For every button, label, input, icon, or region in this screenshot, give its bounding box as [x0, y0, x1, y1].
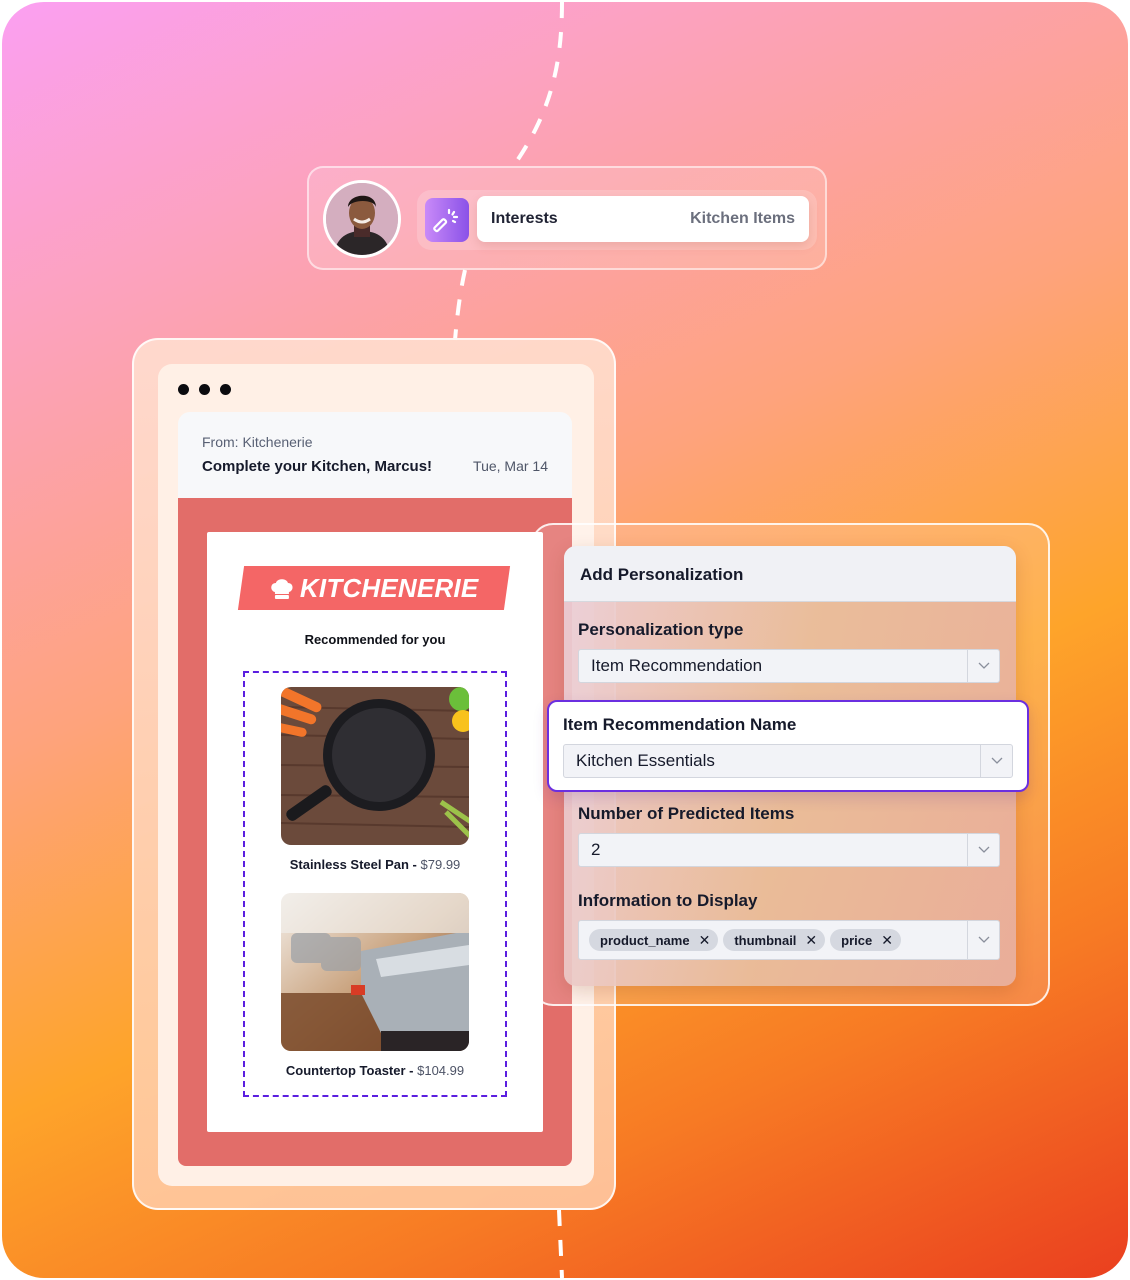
brand-name: KITCHENERIE — [299, 572, 479, 603]
select-value: 2 — [591, 840, 601, 859]
tag-chip[interactable]: product_name ✕ — [589, 929, 719, 951]
chevron-down-icon[interactable] — [980, 745, 1012, 777]
interest-attribute: Interests Kitchen Items — [477, 196, 809, 242]
window-dot[interactable] — [199, 384, 210, 395]
email-from: From: Kitchenerie — [202, 434, 313, 450]
personalization-type-select[interactable]: Item Recommendation — [578, 649, 1000, 683]
product-card[interactable]: Countertop Toaster - $104.99 — [281, 893, 469, 1078]
recommendation-block[interactable]: Stainless Steel Pan - $79.99 Countertop … — [243, 671, 507, 1097]
product-card[interactable]: Stainless Steel Pan - $79.99 — [281, 687, 469, 872]
recommendation-name-field: Item Recommendation Name Kitchen Essenti… — [547, 700, 1029, 792]
magic-wand-icon — [425, 198, 469, 242]
recommendation-name-select[interactable]: Kitchen Essentials — [563, 744, 1013, 778]
close-icon[interactable]: ✕ — [699, 933, 711, 947]
toaster-photo — [281, 893, 469, 1051]
email-content: KITCHENERIE Recommended for you Stainles… — [207, 532, 543, 1132]
product-price: $79.99 — [420, 857, 461, 872]
recommended-title: Recommended for you — [304, 632, 446, 647]
email-date: Tue, Mar 14 — [473, 458, 548, 474]
personalization-type-field: Personalization type Item Recommendation — [578, 620, 1000, 683]
chevron-down-icon[interactable] — [967, 834, 999, 866]
chevron-down-icon[interactable] — [967, 650, 999, 682]
profile-attribute-card: Interests Kitchen Items — [307, 166, 827, 270]
product-caption: Stainless Steel Pan - $79.99 — [261, 857, 489, 872]
chef-hat-icon — [271, 578, 293, 598]
product-name: Stainless Steel Pan - — [289, 857, 417, 872]
email-header: From: Kitchenerie Complete your Kitchen,… — [178, 412, 572, 498]
panel-title: Add Personalization — [564, 546, 1016, 602]
close-icon[interactable]: ✕ — [881, 933, 893, 947]
brand-banner: KITCHENERIE — [237, 566, 511, 610]
frying-pan-photo — [281, 687, 469, 845]
predicted-items-field: Number of Predicted Items 2 — [578, 804, 1000, 867]
avatar — [323, 180, 401, 258]
field-label: Item Recommendation Name — [563, 715, 797, 734]
predicted-items-select[interactable]: 2 — [578, 833, 1000, 867]
information-display-multiselect[interactable]: product_name ✕ thumbnail ✕ price ✕ — [578, 920, 1000, 960]
field-label: Number of Predicted Items — [578, 804, 795, 823]
close-icon[interactable]: ✕ — [805, 933, 817, 947]
information-display-field: Information to Display product_name ✕ th… — [578, 891, 1000, 960]
tag-label: price — [841, 932, 873, 948]
product-name: Countertop Toaster - — [285, 1063, 414, 1078]
attribute-value: Kitchen Items — [690, 210, 795, 227]
window-dot[interactable] — [178, 384, 189, 395]
attribute-label: Interests — [491, 210, 558, 227]
chevron-down-icon[interactable] — [967, 921, 999, 959]
tag-label: product_name — [600, 932, 690, 948]
email-body: KITCHENERIE Recommended for you Stainles… — [178, 498, 572, 1166]
tag-list: product_name ✕ thumbnail ✕ price ✕ — [579, 929, 967, 951]
tag-chip[interactable]: thumbnail ✕ — [723, 929, 826, 951]
email-window: From: Kitchenerie Complete your Kitchen,… — [158, 364, 594, 1186]
field-label: Personalization type — [578, 620, 744, 639]
field-label: Information to Display — [578, 891, 758, 910]
tag-label: thumbnail — [734, 932, 797, 948]
window-dot[interactable] — [220, 384, 231, 395]
email-subject: Complete your Kitchen, Marcus! — [202, 458, 433, 475]
background-canvas: Interests Kitchen Items From: Kitcheneri… — [2, 2, 1128, 1278]
tag-chip[interactable]: price ✕ — [830, 929, 901, 951]
select-value: Item Recommendation — [591, 656, 763, 675]
window-controls — [178, 384, 231, 395]
attribute-pill: Interests Kitchen Items — [417, 190, 817, 250]
product-caption: Countertop Toaster - $104.99 — [261, 1063, 489, 1078]
select-value: Kitchen Essentials — [576, 751, 715, 770]
product-price: $104.99 — [417, 1063, 465, 1078]
